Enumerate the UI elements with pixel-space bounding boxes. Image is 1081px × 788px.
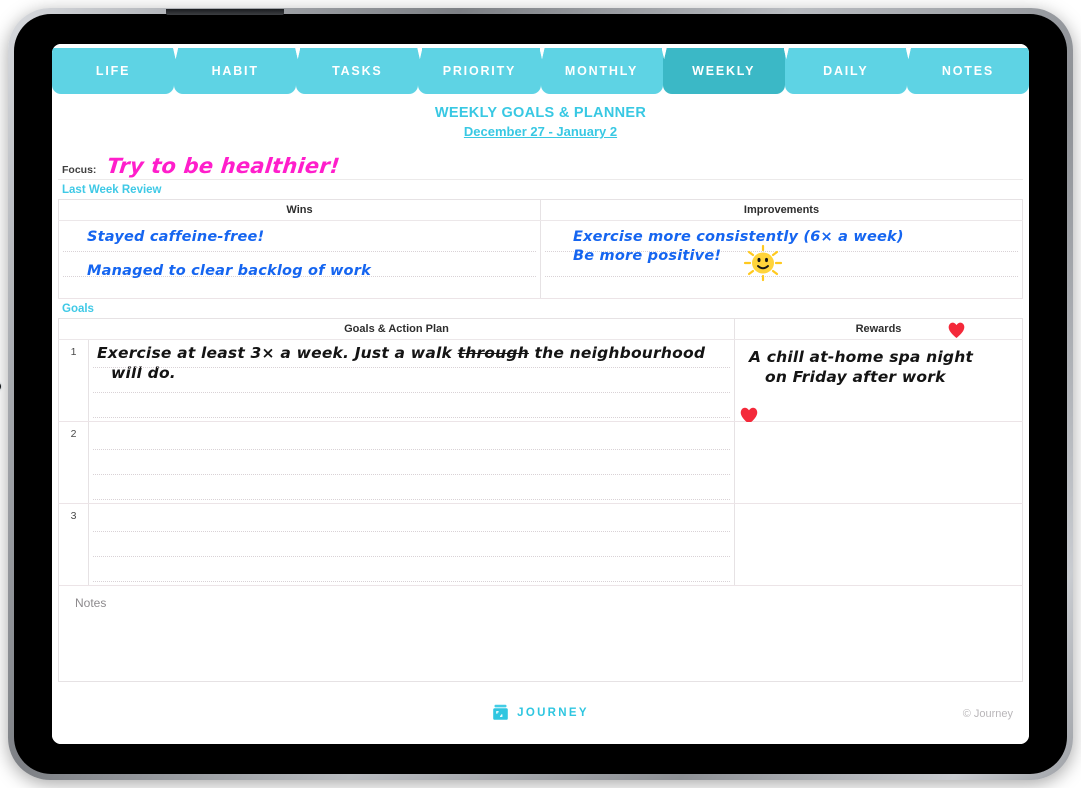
goal-reward-line-2[interactable]: on Friday after work <box>749 368 1022 388</box>
improvements-line-2[interactable]: Be more positive! <box>573 247 1022 266</box>
wins-line-1[interactable]: Stayed caffeine-free! <box>87 228 540 247</box>
tab-label: PRIORITY <box>442 64 517 78</box>
focus-row: Focus: Try to be healthier! <box>58 152 1023 180</box>
column-header-wins: Wins <box>58 199 541 221</box>
goal-plan-content-2[interactable] <box>89 422 734 426</box>
journey-brand-label: JOURNEY <box>517 706 589 719</box>
table-header-row: Wins Improvements <box>58 199 1023 221</box>
wins-content[interactable]: Stayed caffeine-free! Managed to clear b… <box>59 221 540 280</box>
column-header-rewards: Rewards <box>734 318 1023 340</box>
column-header-goals-action-plan: Goals & Action Plan <box>58 318 735 340</box>
goal-reward-content-2[interactable] <box>735 422 1022 430</box>
planner-page: WEEKLY GOALS & PLANNER December 27 - Jan… <box>52 94 1029 744</box>
goal-plan-line-1[interactable]: Exercise at least 3× a week. Just a walk… <box>97 344 726 364</box>
goal-number-2: 2 <box>58 421 89 504</box>
wins-cell[interactable]: Stayed caffeine-free! Managed to clear b… <box>58 220 541 299</box>
goal-reward-cell-3[interactable] <box>734 503 1023 586</box>
improvements-line-1[interactable]: Exercise more consistently (6× a week) <box>573 228 1022 247</box>
page-footer: JOURNEY © Journey <box>52 692 1029 744</box>
tablet-screen: LIFE HABIT TASKS PRIORITY MONTHLY WEEKLY… <box>52 44 1029 744</box>
tab-label: MONTHLY <box>564 64 639 78</box>
column-header-improvements: Improvements <box>540 199 1023 221</box>
goal-plan-text-a: Exercise at least 3× a week. Just a walk <box>97 344 458 362</box>
improvements-cell[interactable]: Exercise more consistently (6× a week) B… <box>540 220 1023 299</box>
copyright-text: © Journey <box>962 708 1013 720</box>
tablet-bezel: LIFE HABIT TASKS PRIORITY MONTHLY WEEKLY… <box>0 9 1067 774</box>
sun-smiley-sticker <box>743 244 783 282</box>
tab-priority[interactable]: PRIORITY <box>418 48 541 94</box>
goal-plan-content-3[interactable] <box>89 504 734 508</box>
journey-brand: JOURNEY <box>52 704 1029 721</box>
goal-number-1: 1 <box>58 339 89 422</box>
planner-tab-bar: LIFE HABIT TASKS PRIORITY MONTHLY WEEKLY… <box>52 44 1029 94</box>
tab-habit[interactable]: HABIT <box>174 48 297 94</box>
tablet-device-frame: LIFE HABIT TASKS PRIORITY MONTHLY WEEKLY… <box>0 8 1073 780</box>
page-date-range[interactable]: December 27 - January 2 <box>52 124 1029 139</box>
writing-guides <box>89 422 734 503</box>
table-row: 2 <box>58 421 1023 504</box>
goal-plan-content-1[interactable]: Exercise at least 3× a week. Just a walk… <box>89 340 734 384</box>
goal-plan-cell-1[interactable]: Exercise at least 3× a week. Just a walk… <box>88 339 735 422</box>
table-row: 1 Exercise at least 3× a week. Just a wa… <box>58 339 1023 424</box>
tab-label: DAILY <box>823 64 869 78</box>
tab-daily[interactable]: DAILY <box>784 48 907 94</box>
wins-line-2[interactable]: Managed to clear backlog of work <box>87 262 540 281</box>
page-title-block: WEEKLY GOALS & PLANNER December 27 - Jan… <box>52 94 1029 139</box>
table-row: Stayed caffeine-free! Managed to clear b… <box>58 220 1023 299</box>
goal-plan-cell-2[interactable] <box>88 421 735 504</box>
tab-label: WEEKLY <box>692 64 756 78</box>
goal-plan-text-struck: through <box>457 344 529 362</box>
page-title: WEEKLY GOALS & PLANNER <box>434 105 647 121</box>
goal-number-3: 3 <box>58 503 89 586</box>
notes-box[interactable]: Notes <box>58 586 1023 682</box>
tab-notes[interactable]: NOTES <box>906 48 1029 94</box>
heart-sticker <box>948 322 965 339</box>
goal-reward-line-1[interactable]: A chill at-home spa night <box>749 348 1022 368</box>
tab-tasks[interactable]: TASKS <box>296 48 419 94</box>
table-header-row: Goals & Action Plan Rewards <box>58 318 1023 340</box>
tab-label: TASKS <box>332 64 383 78</box>
goal-reward-cell-1[interactable]: A chill at-home spa night on Friday afte… <box>734 339 1023 424</box>
tab-label: HABIT <box>211 64 259 78</box>
tab-monthly[interactable]: MONTHLY <box>540 48 663 94</box>
goals-table: Goals & Action Plan Rewards 1 Exercise a… <box>58 318 1023 586</box>
tab-life[interactable]: LIFE <box>52 48 175 94</box>
journey-jar-logo-icon <box>493 704 508 720</box>
goal-reward-content-1[interactable]: A chill at-home spa night on Friday afte… <box>735 340 1022 388</box>
section-label-goals: Goals <box>62 303 94 315</box>
writing-guides <box>89 504 734 585</box>
tab-weekly[interactable]: WEEKLY <box>662 48 785 94</box>
device-front-camera <box>0 382 1 391</box>
notes-label: Notes <box>75 596 107 610</box>
goal-plan-line-2[interactable]: will do. <box>97 364 726 384</box>
last-week-review-table: Wins Improvements Stayed caffeine-free! <box>58 199 1023 299</box>
goal-plan-text-b: the neighbourhood <box>528 344 706 362</box>
focus-input[interactable]: Try to be healthier! <box>106 154 341 179</box>
table-row: 3 <box>58 503 1023 586</box>
improvements-content[interactable]: Exercise more consistently (6× a week) B… <box>541 221 1022 282</box>
goal-reward-cell-2[interactable] <box>734 421 1023 504</box>
device-top-antenna-band <box>166 9 284 15</box>
tab-label: NOTES <box>941 64 994 78</box>
focus-label: Focus: <box>62 164 97 176</box>
goal-reward-content-3[interactable] <box>735 504 1022 512</box>
tab-label: LIFE <box>95 64 131 78</box>
column-header-rewards-label: Rewards <box>855 323 902 335</box>
section-label-last-week-review: Last Week Review <box>62 184 162 196</box>
goal-plan-cell-3[interactable] <box>88 503 735 586</box>
